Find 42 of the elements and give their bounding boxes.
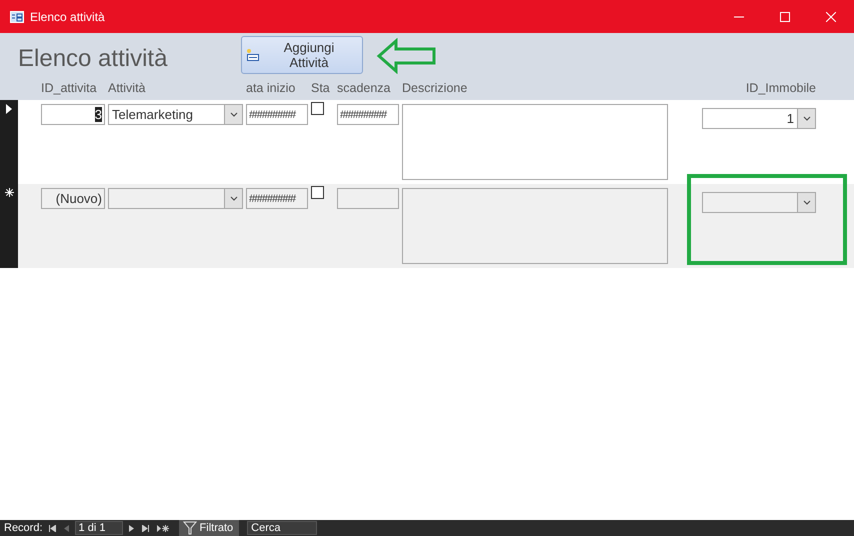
annotation-arrow-drawing	[376, 38, 438, 74]
last-record-icon	[142, 524, 149, 532]
filter-button[interactable]: Filtrato	[178, 520, 240, 536]
record-selector[interactable]	[0, 184, 18, 268]
start-date-field[interactable]: #########	[246, 188, 308, 209]
column-label: scadenza	[337, 80, 392, 94]
start-date-field[interactable]: #########	[246, 104, 308, 125]
new-record-icon	[4, 188, 14, 197]
new-record-icon	[246, 48, 260, 62]
previous-record-icon	[64, 524, 69, 532]
form-title: Elenco attività	[18, 45, 168, 73]
new-record-icon	[156, 524, 169, 532]
due-date-field[interactable]	[337, 188, 399, 209]
filter-icon	[182, 521, 197, 535]
due-date-field[interactable]: #########	[337, 104, 399, 125]
column-label: ID_attivita	[41, 80, 98, 94]
search-field[interactable]: Cerca	[247, 521, 318, 535]
maximize-icon	[780, 12, 790, 22]
next-record-icon	[128, 524, 134, 532]
id-field[interactable]: 3	[41, 104, 105, 125]
column-label: Descrizione	[402, 80, 468, 94]
column-label: Sta	[311, 80, 331, 94]
status-checkbox[interactable]	[311, 186, 324, 199]
add-activity-button[interactable]: Aggiungi Attività	[241, 36, 363, 74]
activity-dropdown[interactable]: Telemarketing	[108, 104, 243, 125]
first-record-icon	[48, 524, 56, 532]
status-checkbox[interactable]	[311, 102, 324, 115]
description-field[interactable]	[402, 104, 668, 180]
column-label: ata inizio	[246, 80, 296, 94]
close-icon	[826, 12, 836, 22]
column-label: ID_Immobile	[744, 80, 816, 94]
record-label: Record:	[4, 522, 43, 534]
form-icon	[10, 10, 24, 22]
id-field[interactable]: (Nuovo)	[41, 188, 105, 209]
current-record-icon	[6, 104, 12, 114]
activity-dropdown[interactable]	[108, 188, 243, 209]
record-position-field[interactable]: 1 di 1	[74, 521, 123, 535]
window-title: Elenco attività	[30, 10, 106, 24]
property-id-dropdown[interactable]	[702, 192, 816, 213]
column-label: Attività	[108, 80, 147, 94]
description-field[interactable]	[402, 188, 668, 264]
property-id-dropdown[interactable]: 1	[702, 108, 816, 129]
